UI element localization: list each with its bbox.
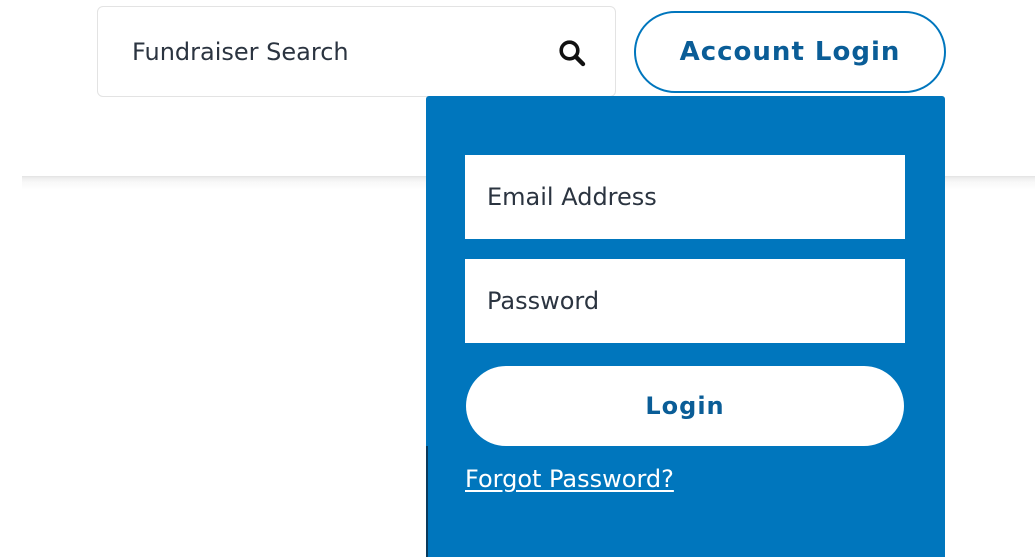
forgot-password-link[interactable]: Forgot Password? — [465, 465, 674, 493]
login-button[interactable]: Login — [466, 366, 904, 446]
panel-edge-shadow — [426, 446, 428, 557]
fundraiser-search-input[interactable] — [132, 33, 532, 71]
account-login-button[interactable]: Account Login — [634, 11, 946, 93]
login-dropdown-panel: Login Forgot Password? — [426, 96, 945, 557]
page: Account Login Login Forgot Password? — [0, 0, 1035, 557]
email-field[interactable] — [465, 155, 905, 239]
fundraiser-search-box[interactable] — [97, 6, 616, 97]
search-icon[interactable] — [558, 39, 586, 67]
password-field[interactable] — [465, 259, 905, 343]
